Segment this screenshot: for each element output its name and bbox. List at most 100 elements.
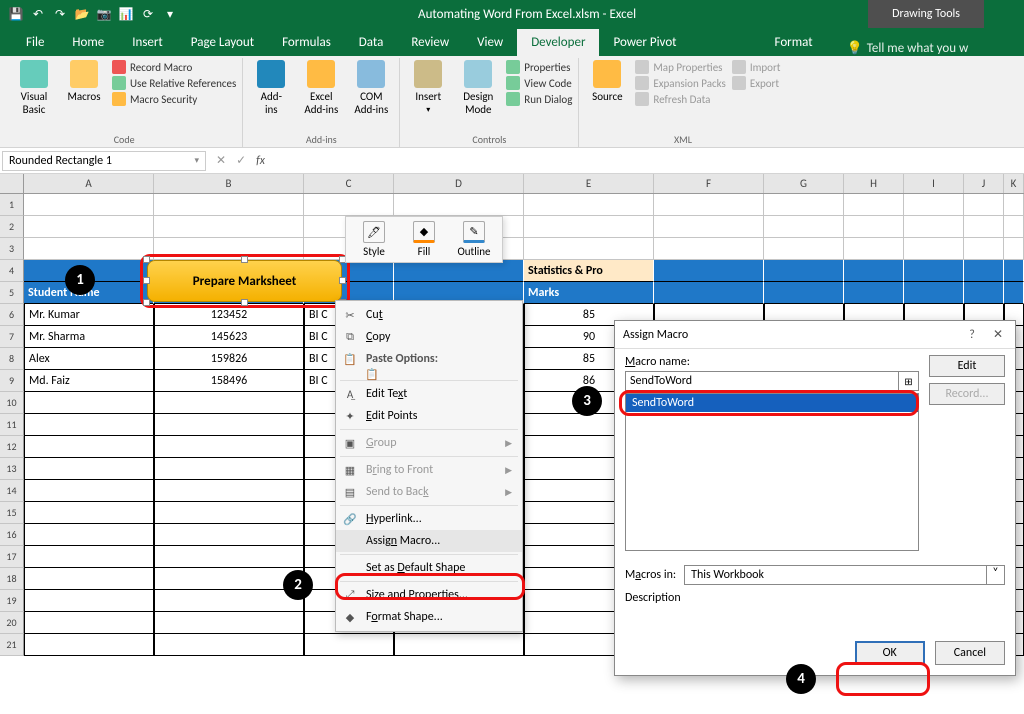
cell[interactable] xyxy=(524,216,654,238)
addins-button[interactable]: Add- ins xyxy=(249,60,293,116)
cell[interactable] xyxy=(154,414,304,436)
select-all-corner[interactable] xyxy=(0,174,24,193)
cell[interactable] xyxy=(24,392,154,414)
com-addins-button[interactable]: COM Add-ins xyxy=(349,60,393,116)
cell[interactable] xyxy=(154,216,304,238)
cell[interactable] xyxy=(904,260,964,282)
tab-format[interactable]: Format xyxy=(761,29,827,56)
macro-security-button[interactable]: Macro Security xyxy=(112,92,236,106)
cell[interactable] xyxy=(1004,216,1024,238)
ctx-edit-text[interactable]: A̲Edit Text xyxy=(336,383,522,405)
cell[interactable]: Md. Faiz xyxy=(24,370,154,392)
cell[interactable] xyxy=(24,436,154,458)
cell[interactable] xyxy=(964,216,1004,238)
ctx-size-properties[interactable]: ⤢Size and Properties... xyxy=(336,584,522,606)
cell[interactable] xyxy=(24,216,154,238)
row-header[interactable]: 1 xyxy=(0,194,24,216)
row-header[interactable]: 21 xyxy=(0,634,24,656)
cell[interactable] xyxy=(24,568,154,590)
row-header[interactable]: 5 xyxy=(0,282,24,304)
cell[interactable] xyxy=(154,590,304,612)
row-header[interactable]: 18 xyxy=(0,568,24,590)
range-picker-icon[interactable]: ⊞ xyxy=(899,371,919,391)
cell[interactable] xyxy=(154,634,304,656)
cell[interactable] xyxy=(764,216,844,238)
row-header[interactable]: 9 xyxy=(0,370,24,392)
cell[interactable]: 123452 xyxy=(154,304,304,326)
cell[interactable]: Statistics & Pro xyxy=(524,260,654,282)
resize-handle[interactable] xyxy=(241,299,248,306)
tab-power-pivot[interactable]: Power Pivot xyxy=(599,29,690,56)
excel-addins-button[interactable]: Excel Add-ins xyxy=(299,60,343,116)
dialog-help-button[interactable]: ? xyxy=(963,328,981,342)
macro-name-input[interactable] xyxy=(625,371,899,391)
cell[interactable] xyxy=(904,216,964,238)
cell[interactable] xyxy=(394,260,524,282)
mini-fill-button[interactable]: ◆Fill xyxy=(402,221,446,258)
ctx-set-default-shape[interactable]: Set as Default Shape xyxy=(336,557,522,579)
cell[interactable] xyxy=(24,480,154,502)
cell[interactable] xyxy=(24,458,154,480)
cell[interactable] xyxy=(524,194,654,216)
tab-insert[interactable]: Insert xyxy=(118,29,177,56)
cell[interactable] xyxy=(24,238,154,260)
cell[interactable] xyxy=(654,216,764,238)
ctx-hyperlink[interactable]: 🔗Hyperlink... xyxy=(336,508,522,530)
cell[interactable] xyxy=(24,502,154,524)
tab-formulas[interactable]: Formulas xyxy=(268,29,345,56)
cell[interactable]: 145623 xyxy=(154,326,304,348)
col-header[interactable]: B xyxy=(154,174,304,193)
chart-icon[interactable]: 📊 xyxy=(118,6,134,22)
tab-developer[interactable]: Developer xyxy=(517,29,599,56)
cell[interactable] xyxy=(844,238,904,260)
cell[interactable] xyxy=(394,194,524,216)
cell[interactable] xyxy=(654,238,764,260)
ctx-copy[interactable]: ⧉Copy xyxy=(336,326,522,348)
cell[interactable] xyxy=(1004,238,1024,260)
cell[interactable] xyxy=(764,260,844,282)
cell[interactable] xyxy=(844,194,904,216)
name-box[interactable]: Rounded Rectangle 1▾ xyxy=(2,151,206,171)
resize-handle[interactable] xyxy=(143,299,150,306)
ctx-assign-macro[interactable]: Assign Macro... xyxy=(336,530,522,552)
cell[interactable] xyxy=(764,282,844,304)
row-header[interactable]: 10 xyxy=(0,392,24,414)
design-mode-button[interactable]: Design Mode xyxy=(456,60,500,116)
cell[interactable]: Alex xyxy=(24,348,154,370)
use-relative-refs-button[interactable]: Use Relative References xyxy=(112,76,236,90)
col-header[interactable]: G xyxy=(764,174,844,193)
tab-file[interactable]: File xyxy=(12,29,58,56)
row-header[interactable]: 17 xyxy=(0,546,24,568)
row-header[interactable]: 3 xyxy=(0,238,24,260)
cell[interactable] xyxy=(24,414,154,436)
expansion-packs-button[interactable]: Expansion Packs xyxy=(635,76,725,90)
cell[interactable] xyxy=(524,238,654,260)
cell[interactable] xyxy=(154,458,304,480)
row-header[interactable]: 8 xyxy=(0,348,24,370)
insert-controls-button[interactable]: Insert▾ xyxy=(406,60,450,115)
enter-fx-icon[interactable]: ✓ xyxy=(236,153,246,168)
ctx-edit-points[interactable]: ✦Edit Points xyxy=(336,405,522,427)
refresh-data-button[interactable]: Refresh Data xyxy=(635,92,725,106)
row-header[interactable]: 13 xyxy=(0,458,24,480)
row-header[interactable]: 14 xyxy=(0,480,24,502)
cancel-button[interactable]: Cancel xyxy=(935,641,1005,665)
record-macro-button[interactable]: Record Macro xyxy=(112,60,236,74)
cell[interactable] xyxy=(764,238,844,260)
refresh-icon[interactable]: ⟳ xyxy=(140,6,156,22)
chevron-down-icon[interactable]: ▾ xyxy=(194,155,199,166)
row-header[interactable]: 12 xyxy=(0,436,24,458)
edit-button[interactable]: Edit xyxy=(929,355,1005,377)
row-header[interactable]: 11 xyxy=(0,414,24,436)
cell[interactable] xyxy=(964,260,1004,282)
cell[interactable] xyxy=(1004,282,1024,304)
cell[interactable] xyxy=(154,480,304,502)
ctx-format-shape[interactable]: ◆Format Shape... xyxy=(336,606,522,628)
cell[interactable] xyxy=(844,282,904,304)
cell[interactable] xyxy=(904,238,964,260)
cell[interactable] xyxy=(1004,194,1024,216)
cell[interactable] xyxy=(154,436,304,458)
cell[interactable] xyxy=(24,634,154,656)
cell[interactable] xyxy=(654,260,764,282)
cell[interactable]: Marks xyxy=(524,282,654,304)
